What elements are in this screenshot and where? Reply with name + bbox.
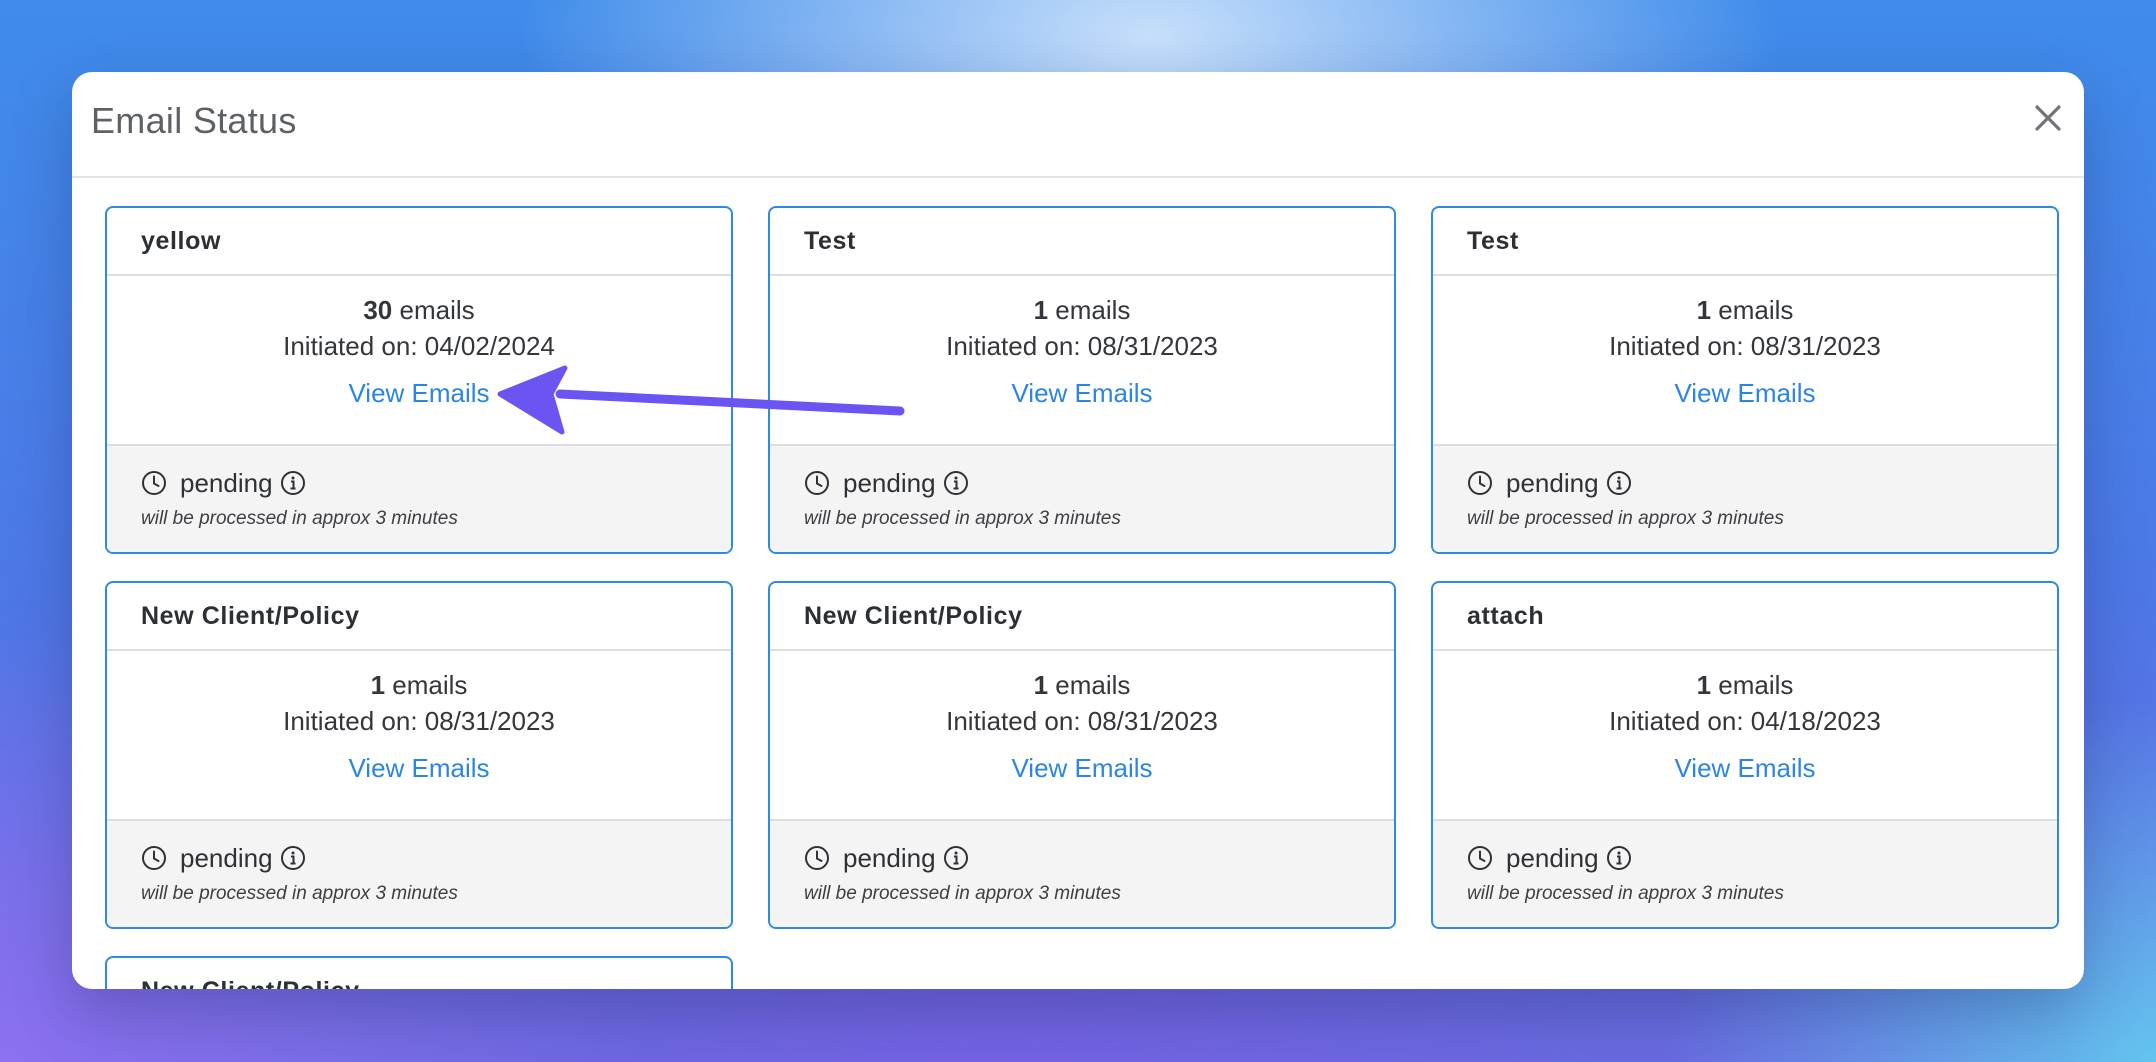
email-count-value: 30 [363, 295, 393, 325]
email-count: 1 emails [1433, 292, 2057, 328]
status-text: pending [1506, 467, 1599, 498]
card-title: attach [1433, 583, 2057, 651]
status-row: pending [1467, 843, 2057, 873]
card-details: 1 emails Initiated on: 04/18/2023 View E… [1433, 651, 2057, 821]
modal-body: yellow 30 emails Initiated on: 04/02/202… [105, 206, 2063, 989]
view-emails-link[interactable]: View Emails [1674, 753, 1815, 784]
initiated-date: Initiated on: 04/02/2024 [283, 331, 555, 361]
email-count-suffix: emails [1055, 670, 1131, 700]
clock-icon [142, 471, 166, 495]
info-icon[interactable] [1606, 470, 1632, 496]
email-count-suffix: emails [392, 670, 468, 700]
email-count: 30 emails [107, 292, 731, 328]
view-emails-link[interactable]: View Emails [1011, 753, 1152, 784]
card-details: 30 emails Initiated on: 04/02/2024 View … [107, 276, 731, 446]
card-title: Test [1433, 208, 2057, 276]
card-title: yellow [107, 208, 731, 276]
email-batch-card: New Client/Policy 1 emails Initiated on:… [768, 581, 1396, 929]
card-status-footer: pending will be processed in approx 3 mi… [770, 821, 1394, 927]
info-icon[interactable] [280, 470, 306, 496]
status-row: pending [141, 468, 731, 498]
initiated-date: Initiated on: 08/31/2023 [283, 706, 555, 736]
initiated-date: Initiated on: 08/31/2023 [946, 331, 1218, 361]
status-text: pending [843, 842, 936, 873]
email-count-value: 1 [1696, 295, 1712, 325]
email-batch-card: New Client/Policy 1 emails Initiated on:… [105, 581, 733, 929]
card-status-footer: pending will be processed in approx 3 mi… [770, 446, 1394, 552]
status-text: pending [1506, 842, 1599, 873]
status-row: pending [804, 468, 1394, 498]
email-batch-card: Test 1 emails Initiated on: 08/31/2023 V… [768, 206, 1396, 554]
clock-icon [1468, 846, 1492, 870]
email-batch-card: attach 1 emails Initiated on: 04/18/2023… [1431, 581, 2059, 929]
email-batch-card-partial: New Client/Policy [105, 956, 733, 989]
email-count-suffix: emails [1055, 295, 1131, 325]
email-batch-card: yellow 30 emails Initiated on: 04/02/202… [105, 206, 733, 554]
email-batch-card: Test 1 emails Initiated on: 08/31/2023 V… [1431, 206, 2059, 554]
email-count: 1 emails [770, 667, 1394, 703]
card-title: New Client/Policy [107, 958, 731, 989]
processing-note: will be processed in approx 3 minutes [804, 883, 1121, 904]
email-status-modal: Email Status yellow 30 emails Initiated … [72, 72, 2084, 989]
info-icon[interactable] [943, 470, 969, 496]
clock-icon [805, 846, 829, 870]
processing-note: will be processed in approx 3 minutes [141, 508, 458, 529]
card-details: 1 emails Initiated on: 08/31/2023 View E… [770, 651, 1394, 821]
info-icon[interactable] [280, 845, 306, 871]
processing-note: will be processed in approx 3 minutes [804, 508, 1121, 529]
info-icon[interactable] [943, 845, 969, 871]
email-card-grid: yellow 30 emails Initiated on: 04/02/202… [105, 206, 2063, 989]
email-count-value: 1 [1696, 670, 1712, 700]
card-status-footer: pending will be processed in approx 3 mi… [1433, 821, 2057, 927]
email-count: 1 emails [1433, 667, 2057, 703]
clock-icon [805, 471, 829, 495]
email-count-suffix: emails [1718, 295, 1794, 325]
status-text: pending [180, 467, 273, 498]
card-details: 1 emails Initiated on: 08/31/2023 View E… [770, 276, 1394, 446]
processing-note: will be processed in approx 3 minutes [1467, 508, 1784, 529]
status-text: pending [180, 842, 273, 873]
clock-icon [1468, 471, 1492, 495]
email-count: 1 emails [770, 292, 1394, 328]
status-row: pending [141, 843, 731, 873]
close-icon [2035, 105, 2061, 131]
view-emails-link[interactable]: View Emails [1011, 378, 1152, 409]
close-button[interactable] [2026, 96, 2070, 140]
card-title: Test [770, 208, 1394, 276]
email-count-value: 1 [370, 670, 386, 700]
processing-note: will be processed in approx 3 minutes [141, 883, 458, 904]
card-status-footer: pending will be processed in approx 3 mi… [1433, 446, 2057, 552]
email-count-value: 1 [1033, 670, 1049, 700]
card-status-footer: pending will be processed in approx 3 mi… [107, 446, 731, 552]
status-row: pending [1467, 468, 2057, 498]
modal-title: Email Status [91, 100, 297, 141]
status-text: pending [843, 467, 936, 498]
card-title: New Client/Policy [770, 583, 1394, 651]
info-icon[interactable] [1606, 845, 1632, 871]
clock-icon [142, 846, 166, 870]
view-emails-link[interactable]: View Emails [1674, 378, 1815, 409]
processing-note: will be processed in approx 3 minutes [1467, 883, 1784, 904]
card-status-footer: pending will be processed in approx 3 mi… [107, 821, 731, 927]
card-details: 1 emails Initiated on: 08/31/2023 View E… [107, 651, 731, 821]
email-count-value: 1 [1033, 295, 1049, 325]
email-count: 1 emails [107, 667, 731, 703]
initiated-date: Initiated on: 08/31/2023 [1609, 331, 1881, 361]
status-row: pending [804, 843, 1394, 873]
email-count-suffix: emails [1718, 670, 1794, 700]
card-details: 1 emails Initiated on: 08/31/2023 View E… [1433, 276, 2057, 446]
view-emails-link[interactable]: View Emails [348, 378, 489, 409]
modal-header: Email Status [72, 72, 2084, 178]
email-count-suffix: emails [399, 295, 475, 325]
view-emails-link[interactable]: View Emails [348, 753, 489, 784]
initiated-date: Initiated on: 04/18/2023 [1609, 706, 1881, 736]
card-title: New Client/Policy [107, 583, 731, 651]
initiated-date: Initiated on: 08/31/2023 [946, 706, 1218, 736]
